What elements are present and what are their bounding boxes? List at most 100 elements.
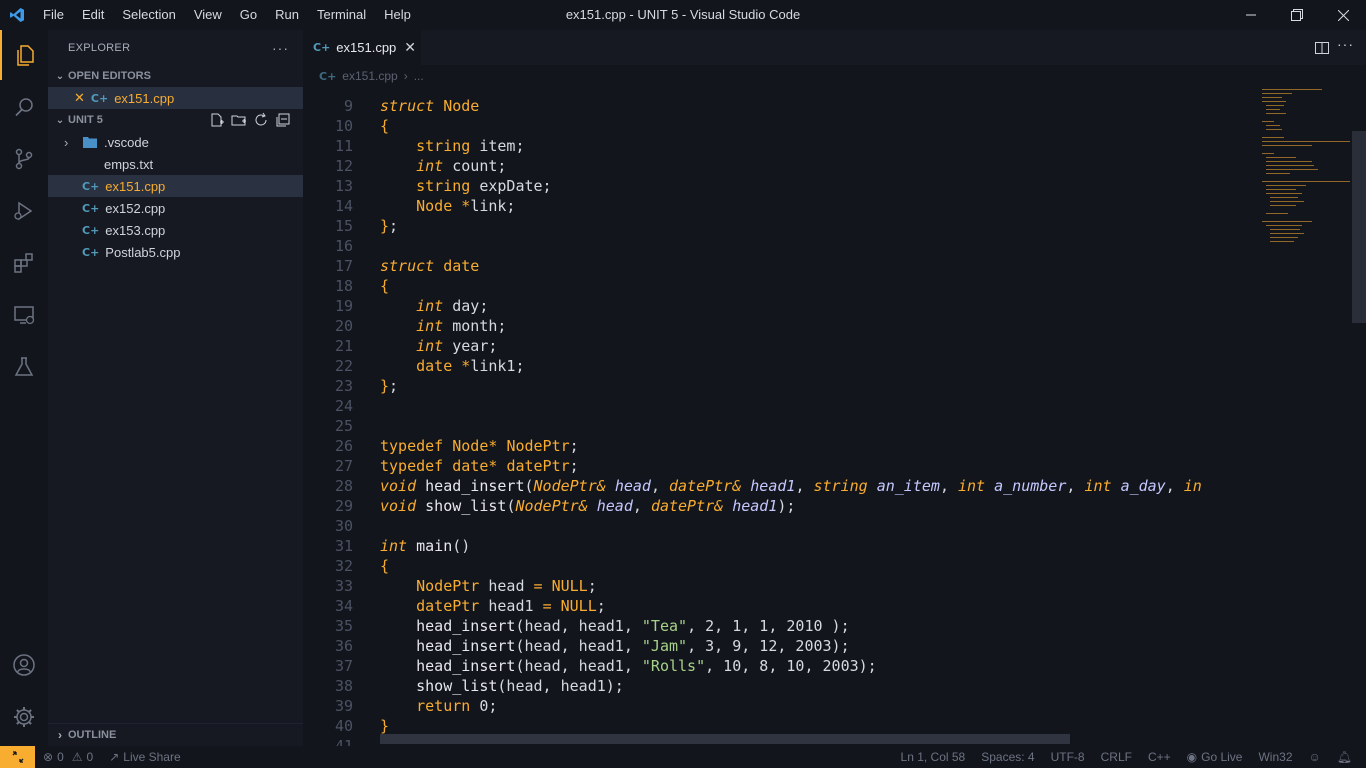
code-line[interactable]: 18 {	[303, 276, 1263, 296]
new-folder-icon[interactable]	[231, 112, 247, 128]
code-line[interactable]: 13 string expDate;	[303, 176, 1263, 196]
code-text[interactable]: };	[380, 376, 398, 396]
code-text[interactable]: };	[380, 216, 398, 236]
code-line[interactable]: 33 NodePtr head = NULL;	[303, 576, 1263, 596]
code-line[interactable]: 19 int day;	[303, 296, 1263, 316]
run-debug-icon[interactable]	[0, 186, 48, 236]
code-text[interactable]: int main()	[380, 536, 470, 556]
go-live-button[interactable]: ◉ Go Live	[1187, 750, 1243, 764]
code-line[interactable]: 31 int main()	[303, 536, 1263, 556]
code-text[interactable]: Node *link;	[380, 196, 515, 216]
platform[interactable]: Win32	[1258, 750, 1292, 764]
new-file-icon[interactable]	[209, 112, 225, 128]
code-text[interactable]: struct Node	[380, 96, 479, 116]
outline-header[interactable]: › OUTLINE	[48, 723, 303, 745]
extensions-icon[interactable]	[0, 238, 48, 288]
code-text[interactable]: struct date	[380, 256, 479, 276]
split-editor-icon[interactable]	[1314, 40, 1330, 56]
source-control-icon[interactable]	[0, 134, 48, 184]
code-text[interactable]: head_insert(head, head1, "Rolls", 10, 8,…	[380, 656, 877, 676]
explorer-icon[interactable]	[0, 30, 48, 80]
code-text[interactable]: void head_insert(NodePtr& head, datePtr&…	[380, 476, 1202, 496]
code-editor[interactable]: 9 struct Node 10{11 string item; 12 int cou…	[303, 87, 1366, 746]
folder-header[interactable]: ⌄ UNIT 5	[48, 109, 303, 131]
more-actions-icon[interactable]: ···	[272, 40, 289, 56]
code-line[interactable]: 25	[303, 416, 1263, 436]
code-line[interactable]: 40}	[303, 716, 1263, 736]
refresh-icon[interactable]	[253, 112, 269, 128]
breadcrumb-rest[interactable]: ...	[414, 69, 424, 83]
remote-indicator-icon[interactable]	[0, 746, 35, 768]
code-line[interactable]: 34 datePtr head1 = NULL;	[303, 596, 1263, 616]
minimap[interactable]	[1260, 87, 1352, 257]
code-line[interactable]: 29 void show_list(NodePtr& head, datePtr&…	[303, 496, 1263, 516]
encoding[interactable]: UTF-8	[1051, 750, 1085, 764]
menu-go[interactable]: Go	[231, 0, 266, 30]
breadcrumb-file[interactable]: ex151.cpp	[342, 69, 397, 83]
problems-indicator[interactable]: ⊗ 0 ⚠ 0	[43, 750, 93, 764]
code-text[interactable]: {	[380, 276, 389, 296]
code-line[interactable]: 16	[303, 236, 1263, 256]
code-line[interactable]: 11 string item;	[303, 136, 1263, 156]
collapse-all-icon[interactable]	[275, 112, 291, 128]
indentation[interactable]: Spaces: 4	[981, 750, 1034, 764]
code-text[interactable]: typedef date* datePtr;	[380, 456, 579, 476]
account-icon[interactable]	[0, 640, 48, 690]
open-editor-item[interactable]: ✕ C+ ex151.cpp	[48, 87, 303, 109]
notifications-bell-icon[interactable]: 🔔︎	[1337, 750, 1352, 764]
code-text[interactable]: void show_list(NodePtr& head, datePtr& h…	[380, 496, 795, 516]
code-line[interactable]: 27 typedef date* datePtr;	[303, 456, 1263, 476]
code-line[interactable]: 28 void head_insert(NodePtr& head, datePt…	[303, 476, 1263, 496]
code-line[interactable]: 39 return 0;	[303, 696, 1263, 716]
code-line[interactable]: 14 Node *link;	[303, 196, 1263, 216]
code-text[interactable]: typedef Node* NodePtr;	[380, 436, 579, 456]
close-icon[interactable]: ✕	[404, 39, 416, 56]
code-text[interactable]: string item;	[380, 136, 524, 156]
more-actions-icon[interactable]: ···	[1337, 36, 1354, 52]
code-lines[interactable]: 9 struct Node 10{11 string item; 12 int cou…	[303, 96, 1263, 746]
code-line[interactable]: 23};	[303, 376, 1263, 396]
code-text[interactable]: {	[380, 116, 389, 136]
close-window-button[interactable]	[1320, 0, 1366, 30]
settings-gear-icon[interactable]	[0, 692, 48, 742]
restore-button[interactable]	[1274, 0, 1320, 30]
menu-terminal[interactable]: Terminal	[308, 0, 375, 30]
code-line[interactable]: 9 struct Node	[303, 96, 1263, 116]
code-line[interactable]: 36 head_insert(head, head1, "Jam", 3, 9,…	[303, 636, 1263, 656]
code-text[interactable]: head_insert(head, head1, "Jam", 3, 9, 12…	[380, 636, 850, 656]
vertical-scrollbar[interactable]	[1352, 131, 1366, 323]
menu-view[interactable]: View	[185, 0, 231, 30]
code-line[interactable]: 21 int year;	[303, 336, 1263, 356]
menu-file[interactable]: File	[34, 0, 73, 30]
code-text[interactable]: string expDate;	[380, 176, 551, 196]
code-text[interactable]: head_insert(head, head1, "Tea", 2, 1, 1,…	[380, 616, 850, 636]
code-line[interactable]: 26 typedef Node* NodePtr;	[303, 436, 1263, 456]
language-mode[interactable]: C++	[1148, 750, 1171, 764]
code-text[interactable]: int day;	[380, 296, 488, 316]
code-line[interactable]: 10 {	[303, 116, 1263, 136]
horizontal-scrollbar[interactable]	[380, 734, 1070, 744]
code-line[interactable]: 30	[303, 516, 1263, 536]
code-text[interactable]: date *link1;	[380, 356, 524, 376]
code-text[interactable]: show_list(head, head1);	[380, 676, 624, 696]
search-icon[interactable]	[0, 82, 48, 132]
code-text[interactable]: {	[380, 556, 389, 576]
code-text[interactable]: int count;	[380, 156, 506, 176]
line-ending[interactable]: CRLF	[1101, 750, 1132, 764]
code-line[interactable]: 38 show_list(head, head1);	[303, 676, 1263, 696]
code-text[interactable]: int year;	[380, 336, 497, 356]
file-tree-item[interactable]: C+ Postlab5.cpp	[48, 241, 303, 263]
menu-help[interactable]: Help	[375, 0, 420, 30]
code-line[interactable]: 37 head_insert(head, head1, "Rolls", 10,…	[303, 656, 1263, 676]
code-line[interactable]: 12 int count;	[303, 156, 1263, 176]
code-line[interactable]: 22 date *link1;	[303, 356, 1263, 376]
file-tree-item[interactable]: › .vscode	[48, 131, 303, 153]
code-line[interactable]: 24	[303, 396, 1263, 416]
close-icon[interactable]: ✕	[74, 90, 85, 106]
file-tree-item[interactable]: C+ ex151.cpp	[48, 175, 303, 197]
open-editors-header[interactable]: ⌄ OPEN EDITORS	[48, 65, 303, 87]
code-text[interactable]: int month;	[380, 316, 506, 336]
live-share-button[interactable]: ↗ Live Share	[109, 750, 180, 764]
testing-flask-icon[interactable]	[0, 342, 48, 392]
code-text[interactable]: }	[380, 716, 389, 736]
